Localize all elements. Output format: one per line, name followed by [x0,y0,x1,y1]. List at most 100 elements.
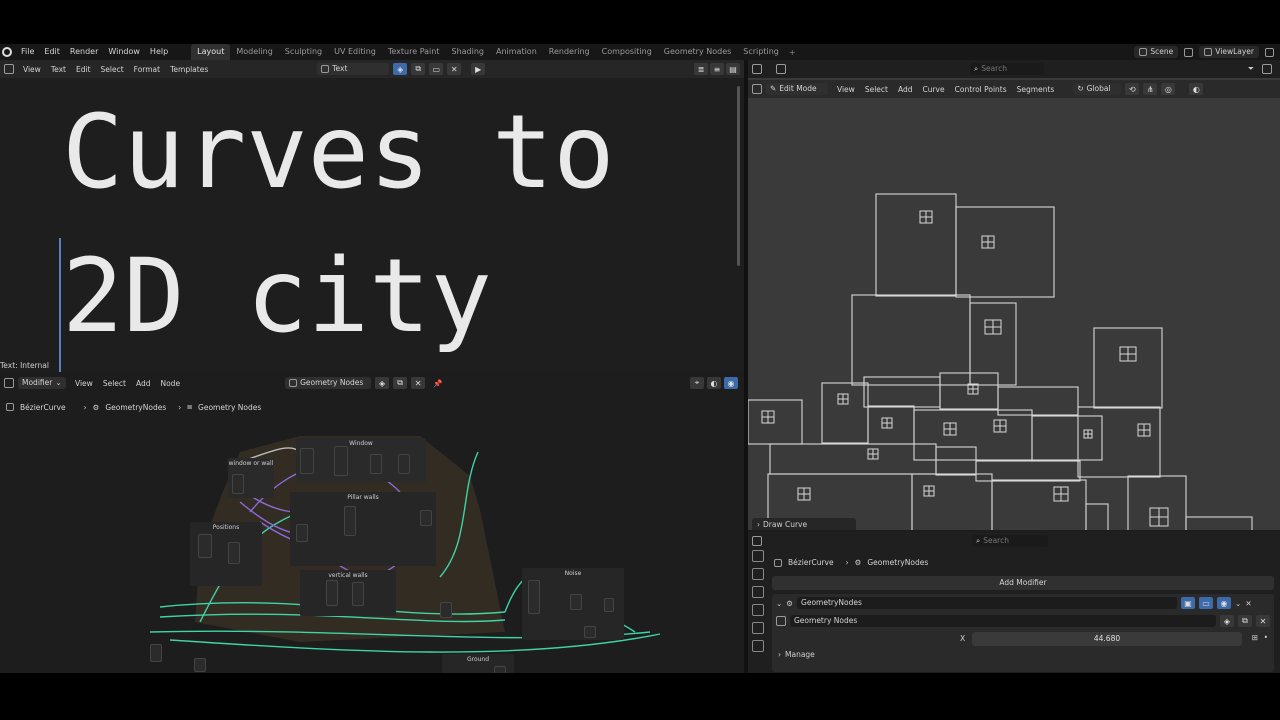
tab-animation[interactable]: Animation [490,44,543,60]
viewport-menu-segments[interactable]: Segments [1012,85,1060,94]
node[interactable] [528,580,540,614]
scene-tab-icon[interactable] [752,622,764,634]
world-tab-icon[interactable] [752,640,764,652]
new-collection-icon[interactable] [1262,64,1272,74]
viewport-type-icon[interactable] [752,84,762,94]
run-script-icon[interactable]: ▶ [471,63,486,75]
duplicate-icon[interactable]: ⧉ [1238,615,1252,627]
pivot-icon[interactable]: ⟲ [1125,83,1140,95]
node[interactable] [352,582,364,606]
snap-magnet-icon[interactable]: ⋔ [1143,83,1158,95]
overlay-node-icon[interactable]: ◐ [707,377,721,389]
text-menu-text[interactable]: Text [46,65,71,74]
text-menu-edit[interactable]: Edit [71,65,96,74]
tab-scripting[interactable]: Scripting [737,44,785,60]
render-toggle-icon[interactable]: ◉ [1217,597,1232,609]
blender-logo-icon[interactable] [2,47,12,57]
tab-texture-paint[interactable]: Texture Paint [382,44,446,60]
viewport-menu-view[interactable]: View [832,85,860,94]
node[interactable] [570,594,582,610]
tool-tab-icon[interactable] [752,550,764,562]
display-mode-icon[interactable] [776,64,786,74]
duplicate-node-group-icon[interactable]: ⧉ [393,377,408,389]
close-icon[interactable]: ✕ [1245,599,1251,608]
add-modifier-button[interactable]: Add Modifier [772,576,1274,590]
node[interactable] [334,446,348,476]
node-menu-select[interactable]: Select [98,379,131,388]
text-datablock-selector[interactable]: Text [317,63,390,75]
word-wrap-icon[interactable]: ≡ [710,63,724,75]
node-editor-type-icon[interactable] [4,378,14,388]
syntax-highlight-icon[interactable]: ▤ [726,63,740,75]
node[interactable] [344,506,356,536]
outliner-search[interactable]: ⌕ Search [970,63,1044,75]
node-menu-add[interactable]: Add [131,379,156,388]
frame-vertical-walls[interactable]: vertical walls [300,570,396,616]
menu-render[interactable]: Render [65,44,103,60]
text-line-1[interactable]: Curves to [62,102,615,204]
output-tab-icon[interactable] [752,586,764,598]
orientation-selector[interactable]: ↻ Global [1073,83,1122,95]
new-scene-icon[interactable] [1184,47,1194,57]
tab-shading[interactable]: Shading [445,44,490,60]
tab-geometry-nodes[interactable]: Geometry Nodes [658,44,737,60]
viewport-menu-control-points[interactable]: Control Points [950,85,1012,94]
city-drawing[interactable] [748,100,1280,530]
node-group-field[interactable]: Geometry Nodes [790,615,1216,627]
overlay-icon[interactable]: ◐ [1189,83,1204,95]
keyframe-dot-icon[interactable]: • [1264,633,1268,642]
node-menu-node[interactable]: Node [155,379,185,388]
node[interactable] [150,644,162,662]
edit-mode-toggle-icon[interactable]: ▣ [1181,597,1196,609]
text-scrollbar[interactable] [737,86,740,266]
frame-pillar-walls[interactable]: Pillar walls [290,492,436,566]
tab-uv-editing[interactable]: UV Editing [328,44,382,60]
node[interactable] [494,666,506,673]
node[interactable] [584,626,596,638]
tab-layout[interactable]: Layout [191,44,231,60]
outliner-type-icon[interactable] [752,64,762,74]
editor-type-dropdown[interactable]: Modifier ⌄ [18,377,66,389]
line-numbers-icon[interactable]: ≣ [694,63,708,75]
add-workspace-icon[interactable]: + [789,48,796,57]
node-menu-view[interactable]: View [70,379,98,388]
viewport-menu-select[interactable]: Select [860,85,893,94]
properties-breadcrumb-object[interactable]: BézierCurve [788,558,834,567]
text-menu-templates[interactable]: Templates [165,65,213,74]
proportional-edit-icon[interactable]: ◎ [1161,83,1176,95]
text-line-2[interactable]: 2D city [62,246,492,348]
node-tree-icon[interactable] [776,616,786,626]
draw-curve-panel[interactable]: › Draw Curve [752,518,856,530]
node[interactable] [198,534,212,558]
tab-modeling[interactable]: Modeling [230,44,278,60]
node[interactable] [296,524,308,542]
text-menu-select[interactable]: Select [96,65,129,74]
properties-breadcrumb-modifier[interactable]: GeometryNodes [867,558,928,567]
node[interactable] [194,658,206,672]
node[interactable] [326,580,338,606]
unlink-icon[interactable]: ✕ [1256,615,1270,627]
x-value-field[interactable]: 44.680 [972,632,1242,646]
open-text-icon[interactable]: ▭ [429,63,444,75]
menu-window[interactable]: Window [103,44,145,60]
text-menu-format[interactable]: Format [129,65,165,74]
node-group-selector[interactable]: Geometry Nodes [285,377,372,389]
node[interactable] [420,510,432,526]
editor-type-icon[interactable] [4,64,14,74]
viewport-menu-add[interactable]: Add [893,85,918,94]
fake-user-icon[interactable]: ◈ [1220,615,1234,627]
node[interactable] [604,598,614,612]
viewport-menu-curve[interactable]: Curve [917,85,949,94]
menu-file[interactable]: File [16,44,39,60]
node[interactable] [398,454,410,474]
fake-user-node-icon[interactable]: ◈ [375,377,390,389]
pin-icon[interactable]: 📌 [433,379,442,388]
tab-compositing[interactable]: Compositing [596,44,658,60]
scene-selector[interactable]: Scene [1134,46,1179,58]
menu-edit[interactable]: Edit [39,44,65,60]
render-tab-icon[interactable] [752,568,764,580]
viewport-toggle-icon[interactable]: ▭ [1199,597,1214,609]
snap-icon[interactable]: ⌖ [690,377,704,389]
modifier-name-field[interactable]: GeometryNodes [797,597,1178,609]
menu-help[interactable]: Help [145,44,173,60]
